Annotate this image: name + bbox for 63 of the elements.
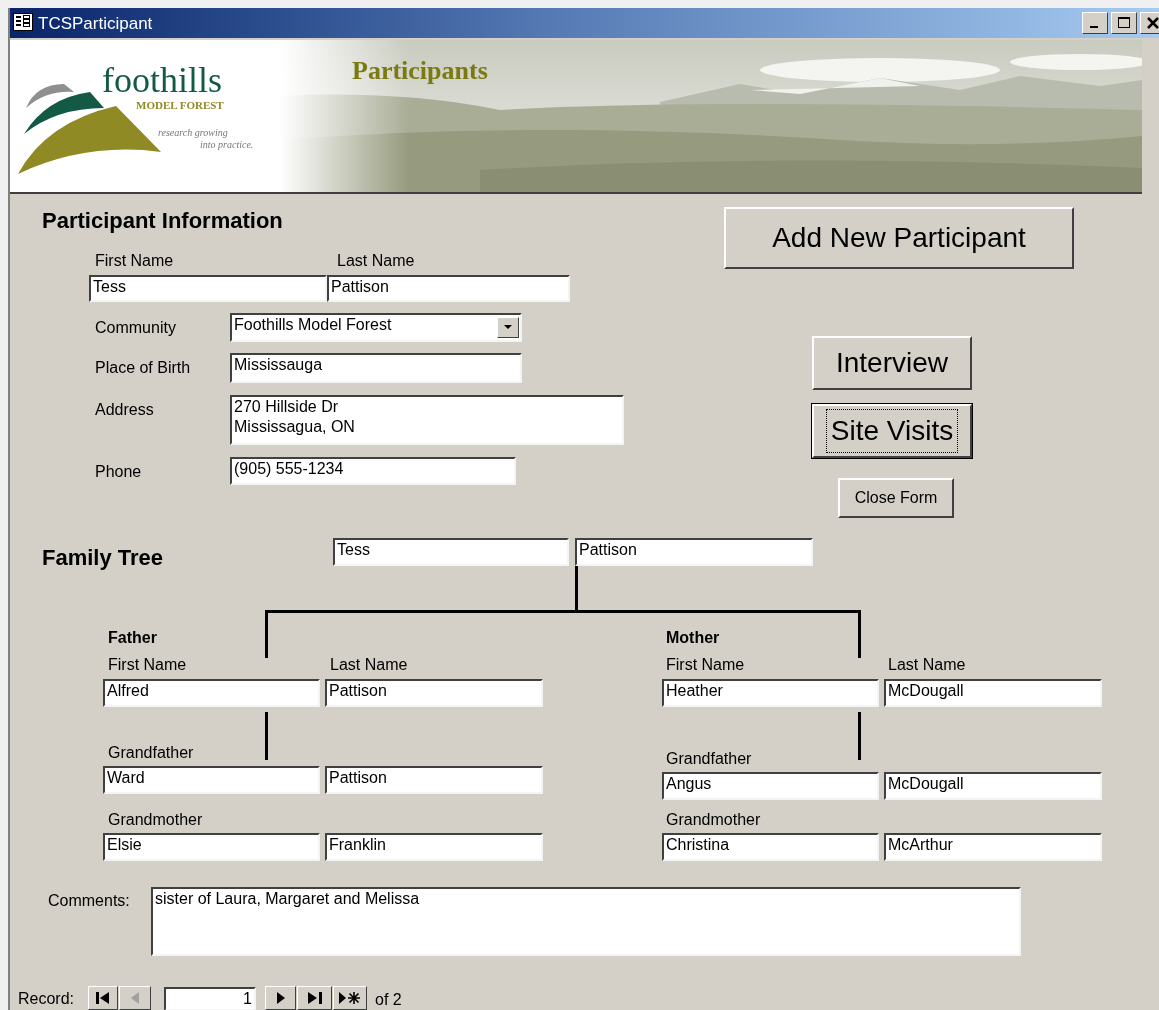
field-label: Grandfather [666, 751, 752, 767]
field-label: First Name [666, 657, 745, 673]
first-name-field[interactable]: Tess [89, 275, 327, 302]
last-name-field[interactable]: McArthur [884, 833, 1102, 861]
window-title: TCSParticipant [38, 15, 153, 32]
form-button[interactable]: Interview [812, 336, 972, 390]
maximize-icon[interactable] [1111, 12, 1137, 34]
field-label: Address [95, 402, 154, 418]
record-number-field[interactable]: 1 [164, 987, 256, 1010]
field-label: Phone [95, 464, 142, 480]
field-label: Community [95, 320, 176, 336]
section-heading: Participant Information [42, 210, 283, 232]
text-field[interactable]: (905) 555-1234 [230, 457, 516, 485]
field-label: Last Name [337, 253, 415, 269]
last-name-field[interactable]: McDougall [884, 679, 1102, 707]
field-label: Comments: [48, 893, 130, 909]
logo-tagline: into practice. [200, 140, 254, 150]
field-label: Grandmother [666, 812, 761, 828]
dropdown-field[interactable]: Foothills Model Forest [230, 313, 522, 342]
field-label: First Name [108, 657, 187, 673]
connector-line [265, 712, 268, 760]
last-record-icon[interactable] [297, 986, 332, 1010]
last-name-field[interactable]: Pattison [575, 538, 813, 566]
last-name-field[interactable]: Pattison [325, 679, 543, 707]
first-name-field[interactable]: Alfred [103, 679, 320, 707]
field-label: Place of Birth [95, 360, 191, 376]
page-title: Participants [352, 58, 488, 84]
first-record-icon[interactable] [88, 986, 118, 1010]
last-name-field[interactable]: Franklin [325, 833, 543, 861]
logo-text: foothills [102, 62, 222, 98]
form-icon [13, 13, 33, 31]
field-label: Father [108, 630, 157, 646]
form-button[interactable]: Add New Participant [724, 207, 1074, 269]
last-name-field[interactable]: McDougall [884, 772, 1102, 800]
logo-subtitle: MODEL FOREST [136, 100, 224, 111]
first-name-field[interactable]: Tess [333, 538, 569, 566]
field-label: Grandfather [108, 745, 194, 761]
last-name-field[interactable]: Pattison [327, 275, 570, 302]
first-name-field[interactable]: Heather [662, 679, 879, 707]
first-name-field[interactable]: Elsie [103, 833, 320, 861]
new-record-icon[interactable] [333, 986, 367, 1010]
section-heading: Family Tree [42, 547, 164, 569]
logo-tagline: research growing [158, 128, 228, 138]
form-button[interactable]: Close Form [838, 478, 954, 518]
field-label: Last Name [888, 657, 966, 673]
field-label: Mother [666, 630, 720, 646]
field-label: Last Name [330, 657, 408, 673]
close-icon[interactable] [1140, 12, 1159, 34]
form-button[interactable]: Site Visits [812, 404, 972, 458]
text-field[interactable]: Mississauga [230, 353, 522, 383]
comments-field[interactable]: sister of Laura, Margaret and Melissa [151, 887, 1021, 956]
minimize-icon[interactable] [1082, 12, 1108, 34]
first-name-field[interactable]: Angus [662, 772, 879, 800]
connector-line [858, 712, 861, 760]
field-label: Grandmother [108, 812, 203, 828]
record-label: Record: [18, 991, 75, 1007]
first-name-field[interactable]: Ward [103, 766, 320, 794]
next-record-icon[interactable] [265, 986, 296, 1010]
record-count: of 2 [375, 992, 402, 1008]
field-label: First Name [95, 253, 174, 269]
last-name-field[interactable]: Pattison [325, 766, 543, 794]
address-field[interactable]: 270 Hillside Dr Mississagua, ON [230, 395, 624, 445]
first-name-field[interactable]: Christina [662, 833, 879, 861]
